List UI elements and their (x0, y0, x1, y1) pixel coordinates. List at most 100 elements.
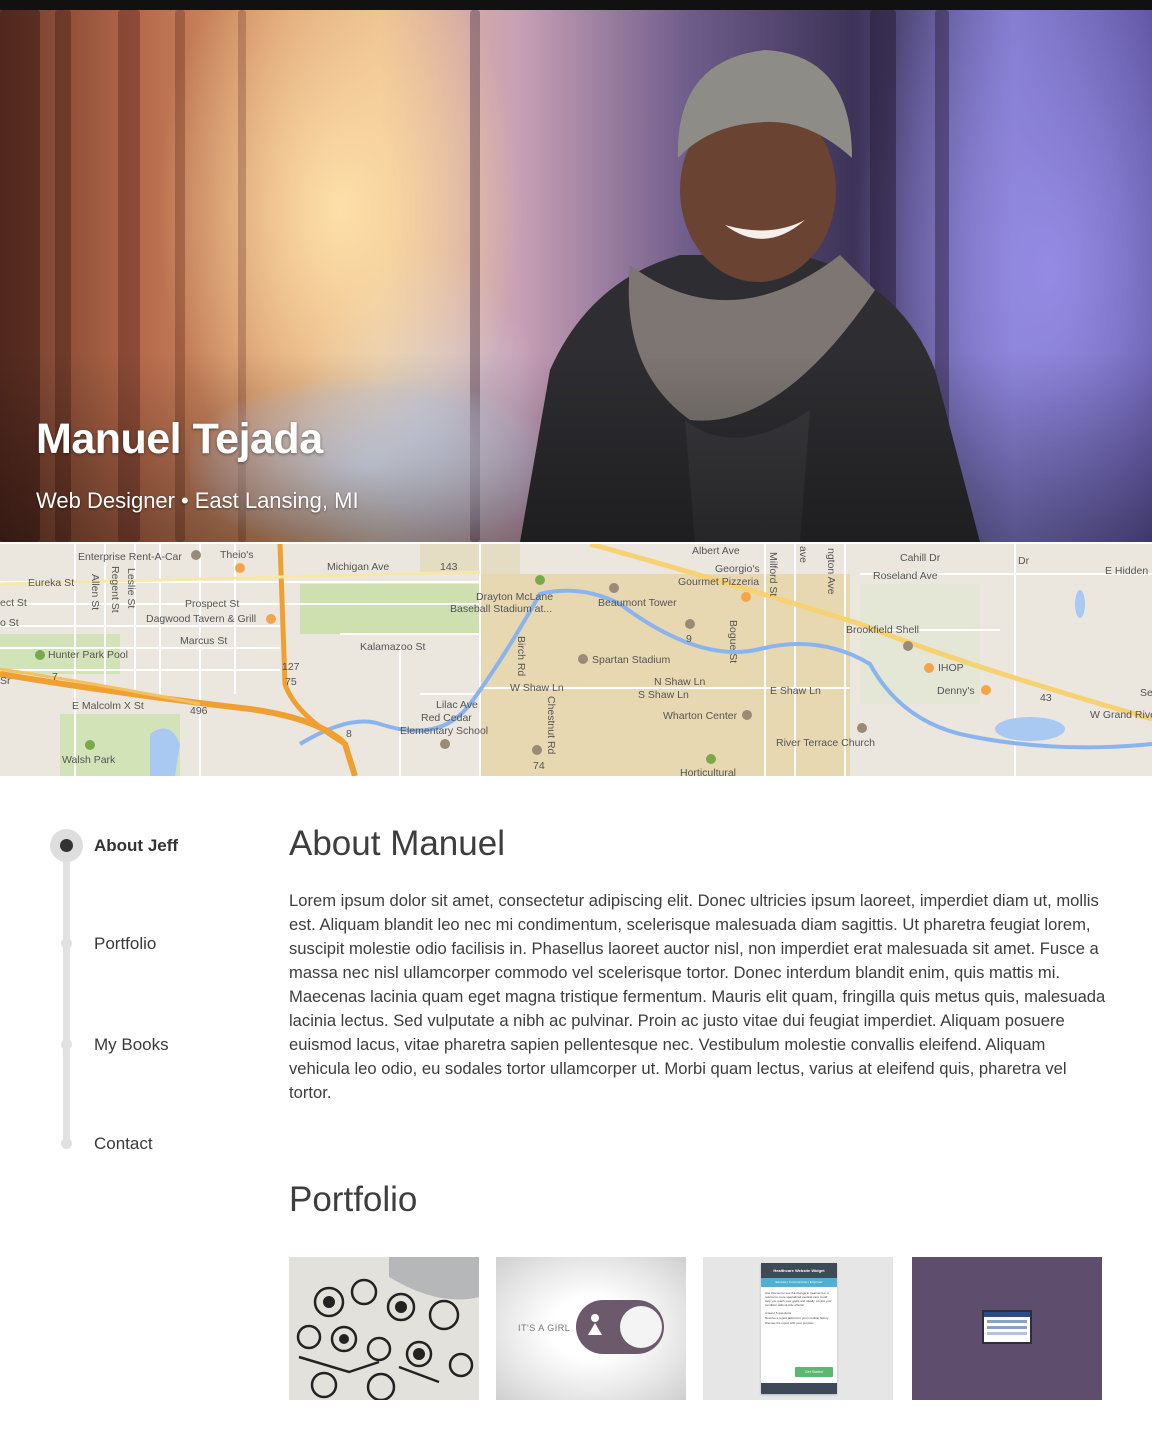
church-icon (857, 723, 867, 733)
top-bar (0, 0, 1152, 10)
map-label: Allen St (89, 574, 101, 610)
gas-station-icon (903, 641, 913, 651)
portfolio-thumb-toggle[interactable]: IT'S A GIRL (496, 1257, 686, 1400)
map-label: W Shaw Ln (510, 682, 564, 694)
restaurant-icon (266, 614, 276, 624)
map-label: Baseball Stadium at... (450, 603, 552, 615)
map-label: River Terrace Church (776, 737, 875, 749)
map-label: Elementary School (400, 725, 488, 737)
map-label: E Shaw Ln (770, 685, 821, 697)
map-label: Denny's (937, 685, 975, 697)
park-icon (85, 740, 95, 750)
map-label: Georgio's (715, 563, 760, 575)
map-label: ect St (0, 597, 27, 609)
map-label: Walsh Park (62, 754, 116, 766)
widget-card: Healthcare Website Widget Educate | Comm… (761, 1263, 837, 1394)
nav-marker-dot (60, 839, 73, 852)
about-paragraph: Lorem ipsum dolor sit amet, consectetur … (289, 891, 1106, 1102)
map-label: Brookfield Shell (846, 624, 919, 636)
map-label: Enterprise Rent-A-Car (78, 551, 182, 563)
nav-item-portfolio[interactable]: Portfolio (0, 924, 240, 964)
restaurant-icon (981, 685, 991, 695)
nav-marker-dot (61, 938, 72, 949)
widget-footer (761, 1383, 837, 1394)
nav-item-my-books[interactable]: My Books (0, 1025, 240, 1065)
map-label: 8 (346, 728, 352, 740)
sketch-artwork (289, 1257, 479, 1400)
map-label: Dr (1018, 555, 1030, 567)
widget-get-started-button: Get Started (795, 1367, 833, 1377)
map-label: S Shaw Ln (638, 689, 689, 701)
profile-role: Web Designer (36, 488, 175, 513)
map-label: W Grand Rive (1090, 709, 1152, 721)
map-label: Hunter Park Pool (48, 649, 128, 661)
profile-location: East Lansing, MI (194, 488, 359, 513)
separator-dot: • (181, 488, 189, 513)
nav-item-label: My Books (94, 1035, 169, 1054)
nav-item-label: Contact (94, 1134, 153, 1153)
school-icon (609, 583, 619, 593)
map-label: E Malcolm X St (72, 700, 144, 712)
map-label: ave (797, 546, 809, 563)
map-label: Regent St (109, 566, 121, 613)
map-label: Chestnut Rd (545, 696, 557, 755)
map-label: 7 (52, 671, 58, 683)
map-label: 9 (686, 633, 692, 645)
school-icon (532, 745, 542, 755)
map-label: Wharton Center (663, 710, 738, 722)
nav-item-label: Portfolio (94, 934, 157, 953)
map-label: Michigan Ave (327, 561, 389, 573)
toggle-knob (620, 1306, 662, 1348)
restaurant-icon (924, 663, 934, 673)
map-label: Roseland Ave (873, 570, 938, 582)
map-label: Se (1140, 687, 1152, 699)
restaurant-icon (741, 592, 751, 602)
website-screen (982, 1310, 1032, 1344)
nav-timeline (63, 846, 70, 1144)
location-map[interactable]: Enterprise Rent-A-Car Theio's Michigan A… (0, 544, 1152, 776)
map-label: Beaumont Tower (598, 597, 677, 609)
about-heading: About Manuel (289, 824, 505, 863)
park-icon (706, 754, 716, 764)
widget-steps: Answer 6 questions Receive a report tail… (761, 1311, 837, 1326)
map-label: Kalamazoo St (360, 641, 425, 653)
map-label: 74 (533, 760, 545, 772)
profile-name: Manuel Tejada (36, 415, 323, 463)
park-icon (535, 575, 545, 585)
portfolio-thumb-widget[interactable]: Healthcare Website Widget Educate | Comm… (703, 1257, 893, 1400)
portfolio-thumb-website[interactable] (912, 1257, 1102, 1400)
map-label: Drayton McLane (476, 591, 553, 603)
map-label: Milford St (767, 552, 779, 596)
restaurant-icon (235, 563, 245, 573)
map-label: Dagwood Tavern & Grill (146, 613, 256, 625)
school-icon (440, 739, 450, 749)
map-label: E Hidden (1105, 565, 1148, 577)
nav-marker-dot (61, 1039, 72, 1050)
widget-header: Healthcare Website Widget (761, 1263, 837, 1278)
profile-subtitle: Web Designer • East Lansing, MI (36, 488, 359, 514)
hero-banner: Manuel Tejada Web Designer • East Lansing,… (0, 10, 1152, 542)
map-label: Bogue St (727, 620, 739, 663)
school-icon (685, 619, 695, 629)
map-label: Theio's (220, 549, 254, 561)
map-label: Horticultural (680, 767, 736, 776)
map-label: ngton Ave (825, 548, 837, 595)
map-label: Birch Rd (515, 636, 527, 676)
nav-item-contact[interactable]: Contact (0, 1124, 240, 1164)
widget-tabs: Educate | Communicate | Empower (761, 1278, 837, 1287)
map-label: N Shaw Ln (654, 676, 706, 688)
map-label: Gourmet Pizzeria (678, 576, 759, 588)
stadium-icon (578, 654, 588, 664)
widget-step: Discuss the report with your provider (765, 1321, 814, 1325)
girl-icon (585, 1314, 605, 1340)
map-label: 143 (440, 561, 458, 573)
portfolio-thumb-sketches[interactable] (289, 1257, 479, 1400)
car-rental-icon (191, 550, 201, 560)
map-label: 127 (282, 661, 300, 673)
map-label: Leslie St (125, 568, 137, 608)
map-label: 75 (285, 676, 297, 688)
map-label: Lilac Ave (436, 699, 478, 711)
venue-icon (742, 710, 752, 720)
map-label: Eureka St (28, 577, 74, 589)
nav-item-about[interactable]: About Jeff (0, 826, 240, 866)
